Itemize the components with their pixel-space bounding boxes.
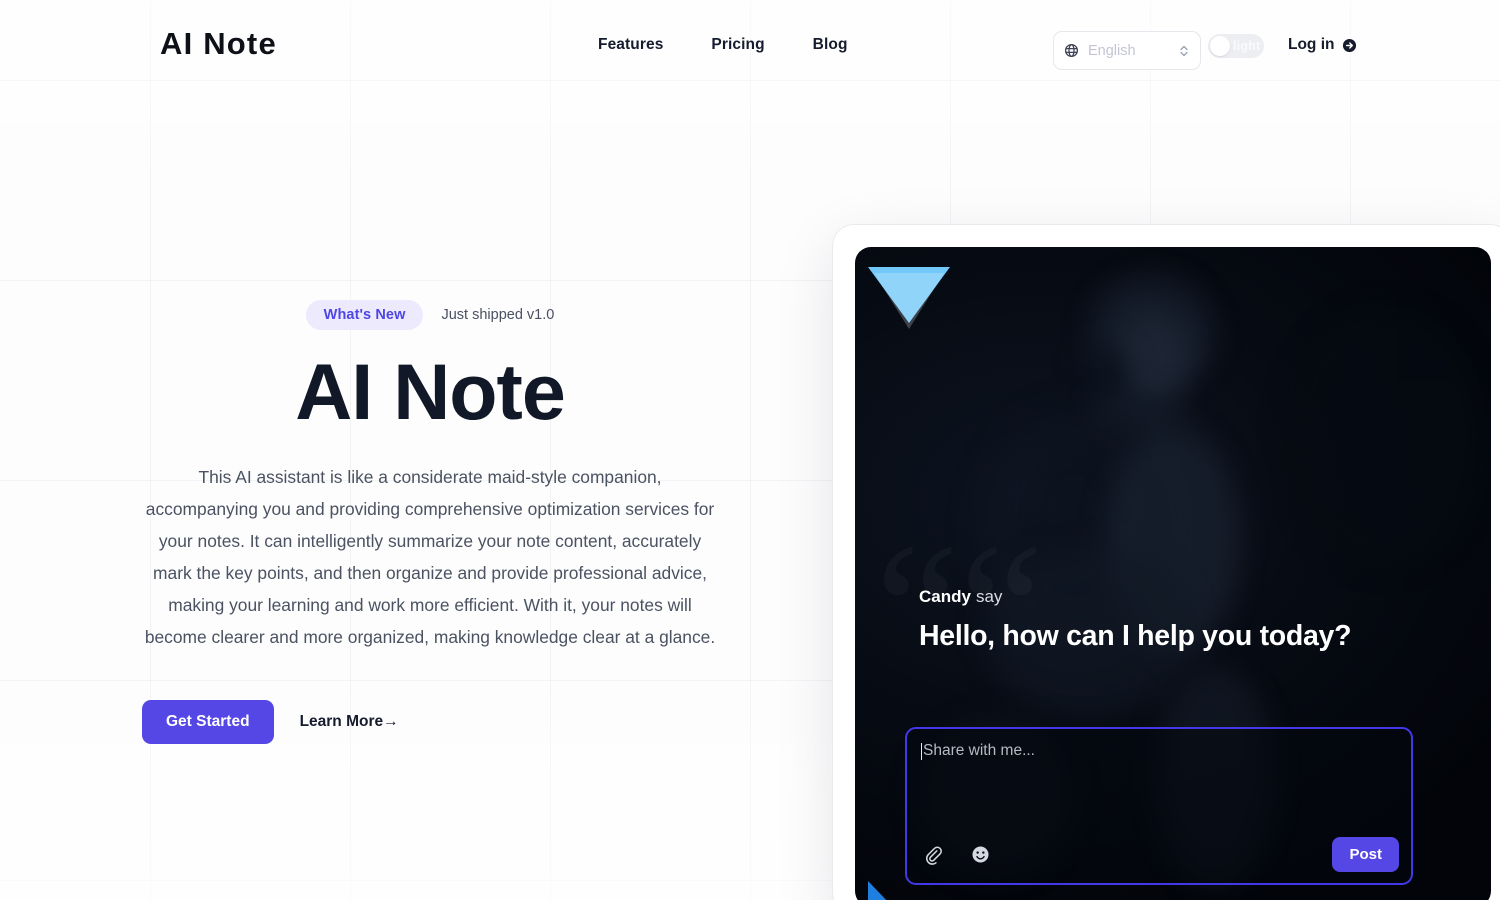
smiley-icon[interactable] — [967, 841, 993, 867]
assistant-name: Candy — [919, 587, 971, 606]
hero-description: This AI assistant is like a considerate … — [144, 466, 716, 647]
nav-link-blog[interactable]: Blog — [813, 36, 848, 54]
arrow-circle-right-icon — [1342, 38, 1357, 53]
message-input[interactable]: Share with me... — [921, 742, 1397, 760]
brand-logo[interactable]: AI Note — [160, 26, 277, 62]
language-select[interactable]: English — [1053, 31, 1201, 70]
site-header: AI Note Features Pricing Blog English li… — [0, 0, 1500, 92]
language-select-value: English — [1088, 42, 1136, 59]
assistant-say-verb: say — [975, 587, 1003, 606]
assistant-say-line: Candy say — [919, 587, 1351, 607]
main-nav: Features Pricing Blog — [598, 36, 848, 54]
hero-cta-row: Get Started Learn More→ — [142, 699, 718, 744]
hero-badge-note: Just shipped v1.0 — [441, 307, 555, 323]
nav-link-pricing[interactable]: Pricing — [711, 36, 764, 54]
text-caret — [921, 742, 922, 760]
assistant-message: Candy say Hello, how can I help you today… — [919, 587, 1352, 653]
chat-preview-screen: ““ Candysay Hello, how can I help you to… — [855, 247, 1491, 900]
composer-toolbar: Post — [907, 825, 1411, 883]
page-root: AI Note Features Pricing Blog English li… — [0, 0, 1500, 900]
page-title: AI Note — [295, 347, 566, 436]
hero-section: What's New Just shipped v1.0 AI Note Thi… — [0, 300, 860, 744]
theme-toggle[interactable]: light — [1208, 34, 1264, 58]
get-started-button[interactable]: Get Started — [142, 699, 274, 744]
chevron-updown-icon — [1178, 43, 1190, 59]
chat-preview-frame: ““ Candysay Hello, how can I help you to… — [832, 224, 1500, 900]
nav-link-features[interactable]: Features — [598, 36, 663, 54]
paperclip-icon[interactable] — [919, 841, 945, 867]
whats-new-badge[interactable]: What's New — [305, 300, 424, 330]
theme-toggle-knob — [1210, 36, 1230, 56]
message-input-placeholder: Share with me... — [923, 742, 1035, 759]
globe-icon — [1064, 43, 1079, 58]
message-composer[interactable]: Share with me... Post — [905, 727, 1413, 885]
chevron-accent-top-icon — [868, 267, 950, 329]
login-button[interactable]: Log in — [1288, 36, 1357, 54]
login-label: Log in — [1288, 36, 1335, 53]
assistant-greeting: Hello, how can I help you today? — [919, 620, 1352, 652]
theme-toggle-label: light — [1233, 39, 1261, 53]
learn-more-button[interactable]: Learn More→ — [300, 713, 399, 731]
hero-badge-row: What's New Just shipped v1.0 — [142, 300, 718, 330]
post-button[interactable]: Post — [1332, 836, 1399, 872]
